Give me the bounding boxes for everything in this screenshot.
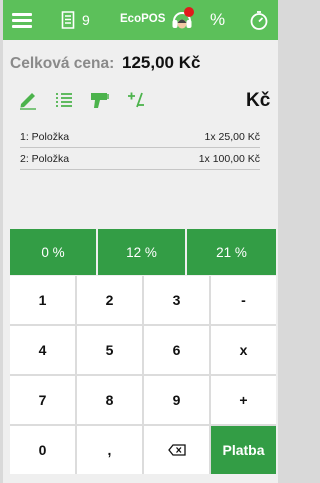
- key-6[interactable]: 6: [144, 326, 209, 374]
- vat-12-button[interactable]: 12 %: [98, 229, 185, 275]
- key-0[interactable]: 0: [10, 426, 75, 474]
- backspace-icon: [167, 444, 186, 456]
- app-brand: EcoPOS: [120, 13, 166, 25]
- key-minus[interactable]: -: [211, 276, 276, 324]
- backspace-button[interactable]: [144, 426, 209, 474]
- item-name: 1: Položka: [20, 131, 70, 143]
- key-comma[interactable]: ,: [77, 426, 142, 474]
- key-4[interactable]: 4: [10, 326, 75, 374]
- key-1[interactable]: 1: [10, 276, 75, 324]
- total-value: 125,00 Kč: [122, 53, 201, 72]
- key-7[interactable]: 7: [10, 376, 75, 424]
- pay-button[interactable]: Platba: [211, 426, 276, 474]
- receipt-icon[interactable]: [61, 11, 75, 29]
- top-bar: 9 EcoPOS %: [3, 0, 278, 40]
- total-label: Celková cena:: [10, 55, 115, 72]
- pencil-icon[interactable]: [17, 89, 39, 111]
- notification-badge: [184, 7, 194, 17]
- key-5[interactable]: 5: [77, 326, 142, 374]
- receipt-count: 9: [82, 12, 90, 28]
- currency-label: Kč: [246, 90, 271, 111]
- list-item[interactable]: 2: Položka 1x 100,00 Kč: [20, 148, 260, 170]
- item-qty-price: 1x 100,00 Kč: [198, 153, 260, 165]
- key-plus[interactable]: +: [211, 376, 276, 424]
- discount-button[interactable]: %: [210, 10, 225, 30]
- key-3[interactable]: 3: [144, 276, 209, 324]
- vat-21-button[interactable]: 21 %: [187, 229, 276, 275]
- plus-minus-icon[interactable]: [125, 89, 147, 111]
- hamburger-menu-icon[interactable]: [12, 13, 32, 28]
- list-icon[interactable]: [53, 89, 75, 111]
- timer-icon[interactable]: [249, 10, 269, 31]
- item-name: 2: Položka: [20, 153, 70, 165]
- key-2[interactable]: 2: [77, 276, 142, 324]
- app-screen: 9 EcoPOS % Celková cena: 125,00 Kč Kč 1:…: [3, 0, 278, 483]
- key-9[interactable]: 9: [144, 376, 209, 424]
- key-multiply[interactable]: x: [211, 326, 276, 374]
- numeric-keypad: 1 2 3 - 4 5 6 x 7 8 9 + 0 , Platba: [10, 276, 276, 474]
- key-8[interactable]: 8: [77, 376, 142, 424]
- item-qty-price: 1x 25,00 Kč: [204, 131, 260, 143]
- vat-0-button[interactable]: 0 %: [10, 229, 96, 275]
- barcode-scanner-icon[interactable]: [89, 89, 111, 111]
- list-item[interactable]: 1: Položka 1x 25,00 Kč: [20, 126, 260, 148]
